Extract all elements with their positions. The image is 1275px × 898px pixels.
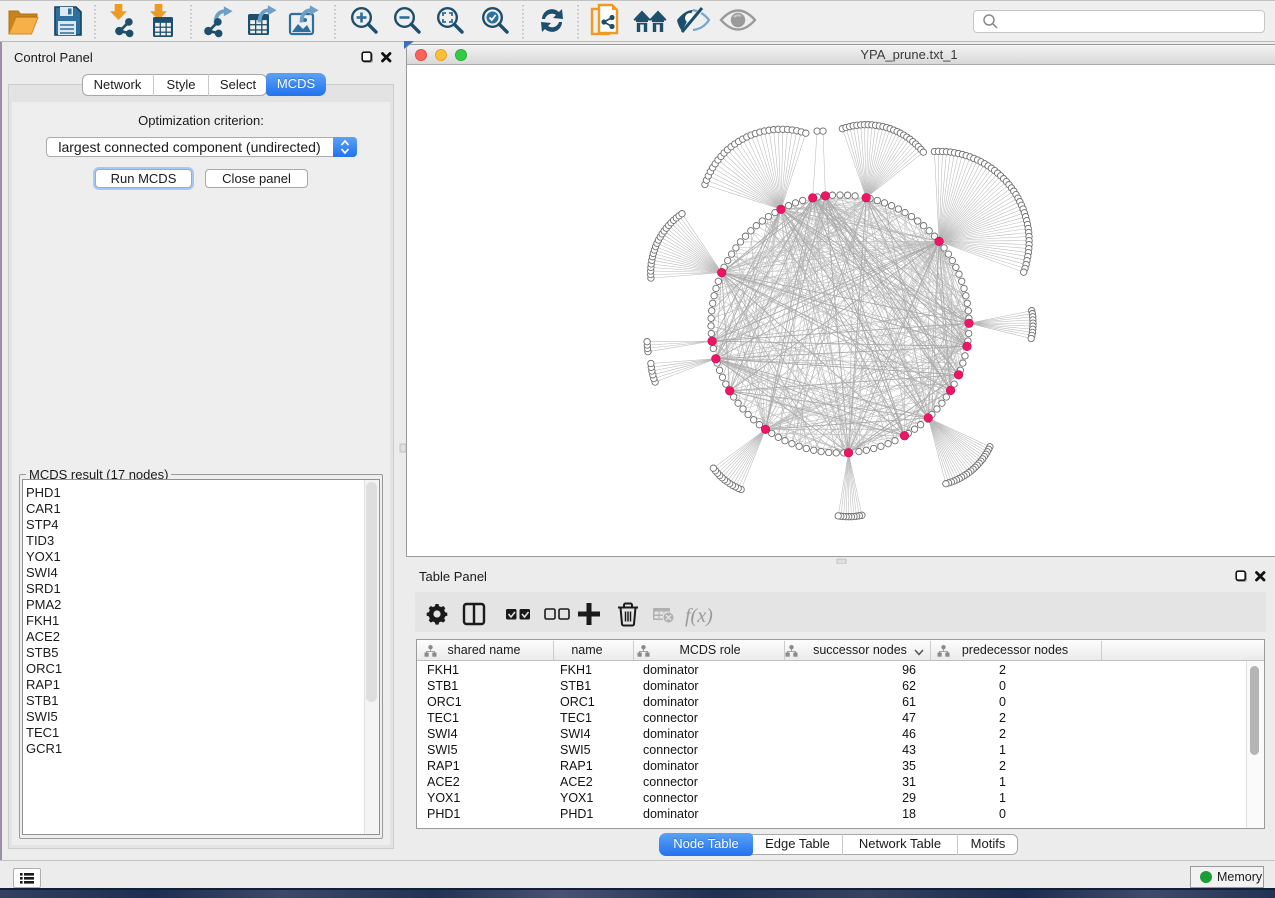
svg-text:f(x): f(x) bbox=[685, 605, 713, 627]
